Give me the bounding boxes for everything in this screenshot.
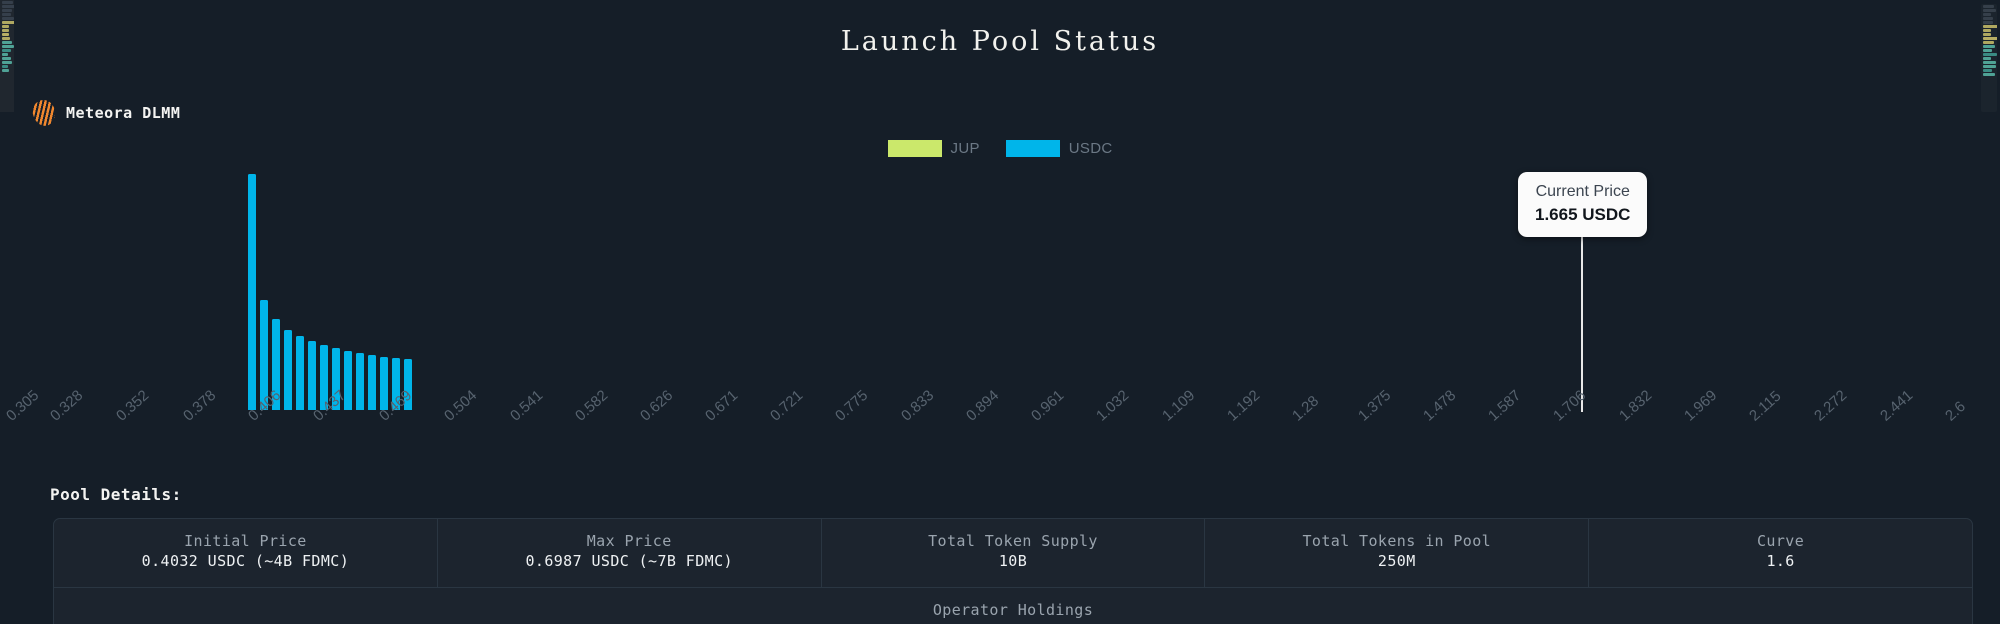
pool-details-cell-label: Total Tokens in Pool <box>1211 531 1582 551</box>
pool-details-cell-value: 10B <box>828 551 1199 573</box>
pool-details-cell: Operator Holdings <box>54 588 1972 624</box>
app-root: Launch Pool Status Meteora DLMM JUPUSDC … <box>0 0 2000 624</box>
chart-bar[interactable] <box>248 174 256 410</box>
pool-details-cell-value: 250M <box>1211 551 1582 573</box>
chart-bar[interactable] <box>368 355 376 410</box>
minimap-tick <box>2 69 9 72</box>
minimap-tick <box>2 13 11 16</box>
pool-details-cell: Total Tokens in Pool250M <box>1205 519 1589 587</box>
minimap-tick <box>1983 9 1996 12</box>
meteora-dlmm-label: Meteora DLMM <box>66 104 180 122</box>
chart-bars <box>0 160 2000 410</box>
pool-details-cell: Max Price0.6987 USDC (~7B FDMC) <box>438 519 822 587</box>
pool-details-row-secondary: Operator Holdings <box>54 587 1972 624</box>
minimap-tick <box>1983 73 1995 76</box>
minimap-tick <box>1983 61 1996 64</box>
current-price-label: Current Price <box>1535 181 1630 203</box>
liquidity-distribution-chart <box>0 150 2000 410</box>
chart-bar[interactable] <box>284 330 292 410</box>
minimap-tick <box>2 61 12 64</box>
right-minimap-rail[interactable] <box>1981 4 1997 112</box>
pool-details-cell-value: 0.6987 USDC (~7B FDMC) <box>444 551 815 573</box>
minimap-tick <box>2 9 12 12</box>
minimap-tick <box>1983 57 1991 60</box>
minimap-tick <box>1983 69 1992 72</box>
pool-details-cell-value: 1.6 <box>1595 551 1966 573</box>
current-price-tooltip: Current Price 1.665 USDC <box>1518 172 1647 237</box>
pool-details-cell-label: Initial Price <box>60 531 431 551</box>
minimap-tick <box>2 21 14 24</box>
pool-details-cell: Curve1.6 <box>1589 519 1972 587</box>
minimap-tick <box>2 5 14 8</box>
minimap-tick <box>1983 17 1993 20</box>
pool-details-cell: Initial Price0.4032 USDC (~4B FDMC) <box>54 519 438 587</box>
current-price-stem <box>1581 232 1583 412</box>
pool-details-cell: Total Token Supply10B <box>822 519 1206 587</box>
chart-bar[interactable] <box>356 353 364 410</box>
pool-details-row: Initial Price0.4032 USDC (~4B FDMC)Max P… <box>54 519 1972 587</box>
minimap-tick <box>1983 5 1994 8</box>
minimap-tick <box>2 65 8 68</box>
pool-details-cell-label: Max Price <box>444 531 815 551</box>
page-title: Launch Pool Status <box>0 26 2000 57</box>
pool-details-heading: Pool Details: <box>50 485 182 504</box>
minimap-tick <box>2 1 13 4</box>
x-axis: 0.3050.3280.3520.3780.4060.4370.4690.504… <box>0 412 2000 470</box>
minimap-tick <box>2 57 11 60</box>
pool-details-table: Initial Price0.4032 USDC (~4B FDMC)Max P… <box>53 518 1973 624</box>
pool-details-cell-label: Total Token Supply <box>828 531 1199 551</box>
minimap-tick <box>1983 21 1993 24</box>
pool-details-cell-value: 0.4032 USDC (~4B FDMC) <box>60 551 431 573</box>
minimap-tick <box>2 17 14 20</box>
meteora-dlmm-badge: Meteora DLMM <box>33 100 180 126</box>
chart-bar[interactable] <box>308 341 316 410</box>
pool-details-cell-label: Operator Holdings <box>60 600 1966 620</box>
chart-bar[interactable] <box>296 336 304 410</box>
pool-details-cell-label: Curve <box>1595 531 1966 551</box>
minimap-tick <box>1983 65 1996 68</box>
current-price-value: 1.665 USDC <box>1535 203 1630 227</box>
minimap-tick <box>1983 13 1991 16</box>
meteora-logo-icon <box>31 98 58 128</box>
